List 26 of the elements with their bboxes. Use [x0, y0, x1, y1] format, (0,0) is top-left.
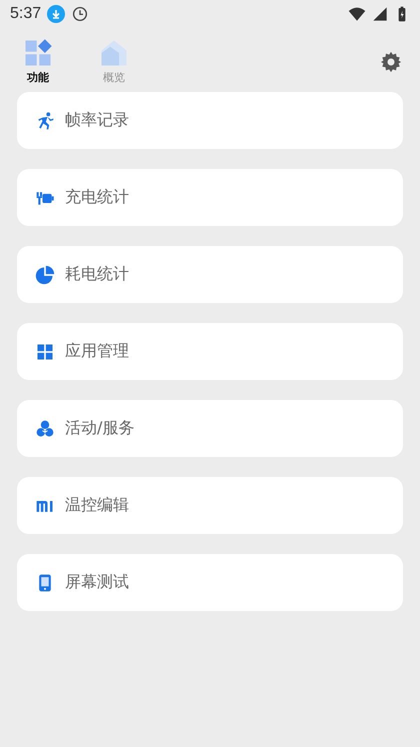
menu-card[interactable]: 帧率记录 [17, 92, 403, 149]
wifi-icon [348, 5, 366, 23]
menu-label: 活动/服务 [65, 418, 134, 439]
signal-icon [372, 6, 388, 22]
clock-icon [71, 5, 90, 23]
menu-label: 温控编辑 [65, 495, 129, 516]
grid-icon [35, 342, 55, 362]
circles-icon [35, 418, 55, 438]
menu-card[interactable]: 屏幕测试 [17, 554, 403, 611]
blocks-icon [23, 38, 53, 68]
settings-icon[interactable] [380, 51, 402, 73]
status-time: 5:37 [10, 5, 42, 23]
menu-label: 充电统计 [65, 187, 129, 208]
menu-card[interactable]: 应用管理 [17, 323, 403, 380]
menu-label: 屏幕测试 [65, 572, 129, 593]
menu-label: 帧率记录 [65, 110, 129, 131]
download-icon [47, 5, 66, 23]
menu-label: 应用管理 [65, 341, 129, 362]
menu-card[interactable]: 温控编辑 [17, 477, 403, 534]
menu-card[interactable]: 活动/服务 [17, 400, 403, 457]
menu-card[interactable]: 耗电统计 [17, 246, 403, 303]
tab-label[interactable]: 功能 [27, 70, 49, 85]
menu-label: 耗电统计 [65, 264, 129, 285]
pie-chart-icon [35, 264, 55, 284]
house-icon [99, 38, 129, 68]
menu-card[interactable]: 充电统计 [17, 169, 403, 226]
